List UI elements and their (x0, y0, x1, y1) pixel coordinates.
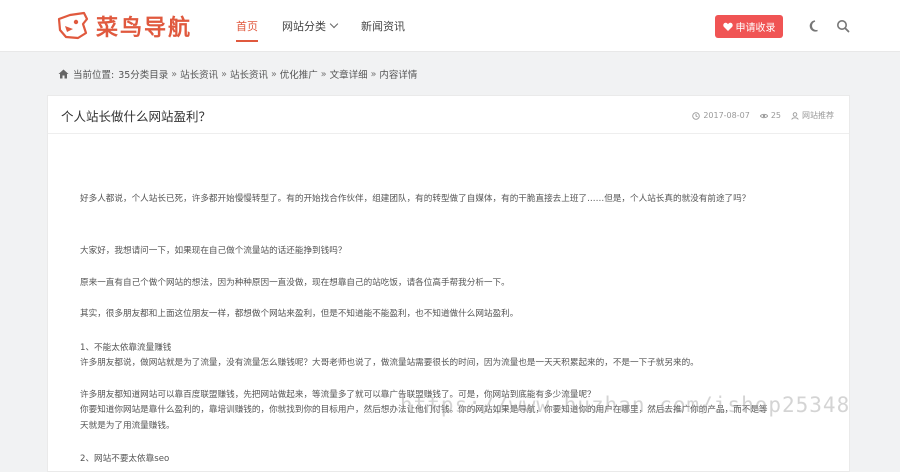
nav-categories-label: 网站分类 (282, 20, 326, 33)
article-date: 2017-08-07 (692, 111, 750, 120)
clock-icon (692, 111, 701, 120)
breadcrumb-prefix: 当前位置: (73, 70, 115, 81)
home-icon (58, 69, 69, 79)
breadcrumb-item-current: 内容详情 (379, 70, 418, 81)
breadcrumb-separator: » (370, 68, 377, 80)
apply-listing-button[interactable]: 申请收录 (715, 15, 783, 38)
moon-icon[interactable] (808, 19, 822, 33)
bird-logo-icon (57, 11, 89, 40)
nav-site-categories[interactable]: 网站分类 (282, 0, 339, 52)
article-views: 25 (759, 111, 781, 120)
article-paragraph: 天就是为了用流量赚钱。 (80, 421, 175, 431)
user-icon (791, 111, 799, 120)
breadcrumb-separator: » (270, 68, 277, 80)
article-subheading: 1、不能太依靠流量赚钱 (80, 343, 172, 353)
chevron-down-icon (329, 19, 339, 29)
date-value: 2017-08-07 (703, 111, 750, 120)
nav-home-label: 首页 (236, 20, 258, 33)
article-paragraph: 好多人都说，个人站长已死，许多都开始慢慢转型了。有的开始找合作伙伴，组建团队，有… (80, 194, 751, 204)
main-nav: 首页 网站分类 新闻资讯 (236, 0, 429, 52)
breadcrumb: 当前位置: 35分类目录 » 站长资讯 » 站长资讯 » 优化推广 » 文章详细… (58, 67, 417, 81)
search-icon[interactable] (836, 19, 850, 33)
author-value: 网站推荐 (802, 111, 834, 120)
heart-icon (722, 22, 733, 31)
breadcrumb-separator: » (171, 68, 178, 80)
article-card: 个人站长做什么网站盈利？ 2017-08-07 25 网站推荐 好多人都说，个人… (47, 95, 850, 472)
breadcrumb-item[interactable]: 站长资讯 (180, 67, 218, 81)
article-header: 个人站长做什么网站盈利？ 2017-08-07 25 网站推荐 (48, 96, 849, 134)
article-paragraph: 许多朋友都知道网站可以靠百度联盟赚钱，先把网站做起来，等流量多了就可以靠广告联盟… (80, 390, 596, 400)
breadcrumb-item[interactable]: 35分类目录 (118, 67, 168, 81)
article-paragraph: 原来一直有自己个做个网站的想法，因为种种原因一直没做，现在想靠自己的站吃饭，请各… (80, 278, 510, 288)
breadcrumb-item[interactable]: 站长资讯 (230, 67, 268, 81)
site-header: 菜鸟导航 首页 网站分类 新闻资讯 申请收录 (0, 0, 900, 52)
apply-listing-label: 申请收录 (735, 23, 776, 34)
article-paragraph: 你要知道你网站是靠什么盈利的，靠培训赚钱的，你就找到你的目标用户，然后想办法让他… (80, 405, 768, 415)
logo-text: 菜鸟导航 (96, 15, 193, 41)
article-paragraph: 其实，很多朋友都和上面这位朋友一样，都想做个网站来盈利，但是不知道能不能盈利，也… (80, 309, 519, 319)
nav-news[interactable]: 新闻资讯 (361, 0, 405, 52)
nav-home[interactable]: 首页 (236, 0, 258, 52)
breadcrumb-separator: » (320, 68, 327, 80)
breadcrumb-separator: » (221, 68, 227, 80)
nav-news-label: 新闻资讯 (361, 20, 405, 33)
breadcrumb-item[interactable]: 文章详细 (330, 67, 368, 81)
site-logo[interactable]: 菜鸟导航 (56, 10, 192, 42)
breadcrumb-item[interactable]: 优化推广 (280, 67, 318, 81)
article-paragraph: 许多朋友都说，做网站就是为了流量，没有流量怎么赚钱呢？大哥老师也说了，做流量站需… (80, 358, 699, 368)
article-subheading: 2、网站不要太依靠seo (80, 454, 170, 464)
eye-icon (759, 113, 768, 118)
views-value: 25 (770, 111, 781, 120)
article-meta: 2017-08-07 25 网站推荐 (682, 110, 834, 121)
article-author[interactable]: 网站推荐 (791, 110, 834, 121)
article-title: 个人站长做什么网站盈利？ (61, 109, 212, 124)
article-paragraph: 大家好，我想请问一下，如果现在自己做个流量站的话还能挣到钱吗？ (80, 246, 347, 256)
